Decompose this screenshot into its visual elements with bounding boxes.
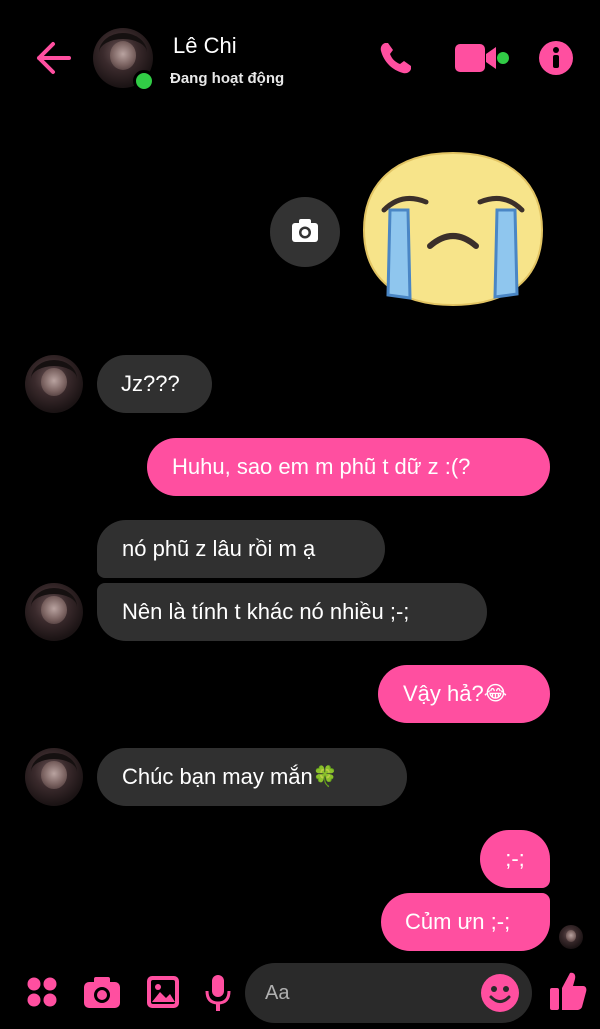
seen-receipt-avatar <box>559 925 583 949</box>
like-thumb-icon[interactable] <box>548 970 588 1012</box>
message-text: Huhu, sao em m phũ t dữ z :(? <box>172 454 471 479</box>
message-text: Vậy hả? <box>403 681 484 706</box>
incoming-message[interactable]: Chúc bạn may mắn 🍀 <box>97 748 407 806</box>
message-input[interactable]: Aa <box>245 963 532 1023</box>
message-input-placeholder: Aa <box>265 982 290 1004</box>
camera-icon <box>292 219 318 242</box>
outgoing-message[interactable]: Huhu, sao em m phũ t dữ z :(? <box>147 438 550 496</box>
camera-icon[interactable] <box>82 974 122 1010</box>
active-status: Đang hoạt động <box>170 70 285 87</box>
laughing-tears-emoji: 😂 <box>483 683 508 705</box>
message-text: Jz??? <box>121 371 180 396</box>
message-text: Chúc bạn may mắn <box>122 764 313 789</box>
microphone-icon[interactable] <box>204 973 232 1013</box>
info-icon[interactable] <box>538 40 574 76</box>
message-text: nó phũ z lâu rồi m ạ <box>122 536 316 561</box>
crying-face-sticker[interactable] <box>362 150 544 308</box>
incoming-message[interactable]: nó phũ z lâu rồi m ạ <box>97 520 385 578</box>
phone-icon[interactable] <box>376 38 416 78</box>
four-leaf-clover-emoji: 🍀 <box>312 766 338 788</box>
online-indicator <box>133 70 155 92</box>
emoji-icon[interactable] <box>480 973 520 1013</box>
outgoing-message[interactable]: Củm ưn ;-; <box>381 893 550 951</box>
chat-header: Lê Chi Đang hoạt động <box>0 0 600 120</box>
incoming-message[interactable]: Nên là tính t khác nó nhiều ;-; <box>97 583 487 641</box>
contact-name[interactable]: Lê Chi <box>173 33 237 59</box>
outgoing-message[interactable]: Vậy hả? 😂 <box>378 665 550 723</box>
message-text: Nên là tính t khác nó nhiều ;-; <box>122 599 410 624</box>
sender-avatar[interactable] <box>25 748 83 806</box>
gallery-icon[interactable] <box>145 974 181 1010</box>
camera-reaction-button[interactable] <box>270 197 340 267</box>
video-call-icon[interactable] <box>454 40 510 76</box>
sender-avatar[interactable] <box>25 583 83 641</box>
outgoing-message[interactable]: ;-; <box>480 830 550 888</box>
back-arrow-icon[interactable] <box>33 38 73 78</box>
menu-dots-icon[interactable] <box>25 975 59 1009</box>
sender-avatar[interactable] <box>25 355 83 413</box>
incoming-message[interactable]: Jz??? <box>97 355 212 413</box>
message-text: Củm ưn ;-; <box>405 909 511 934</box>
message-text: ;-; <box>505 846 525 871</box>
